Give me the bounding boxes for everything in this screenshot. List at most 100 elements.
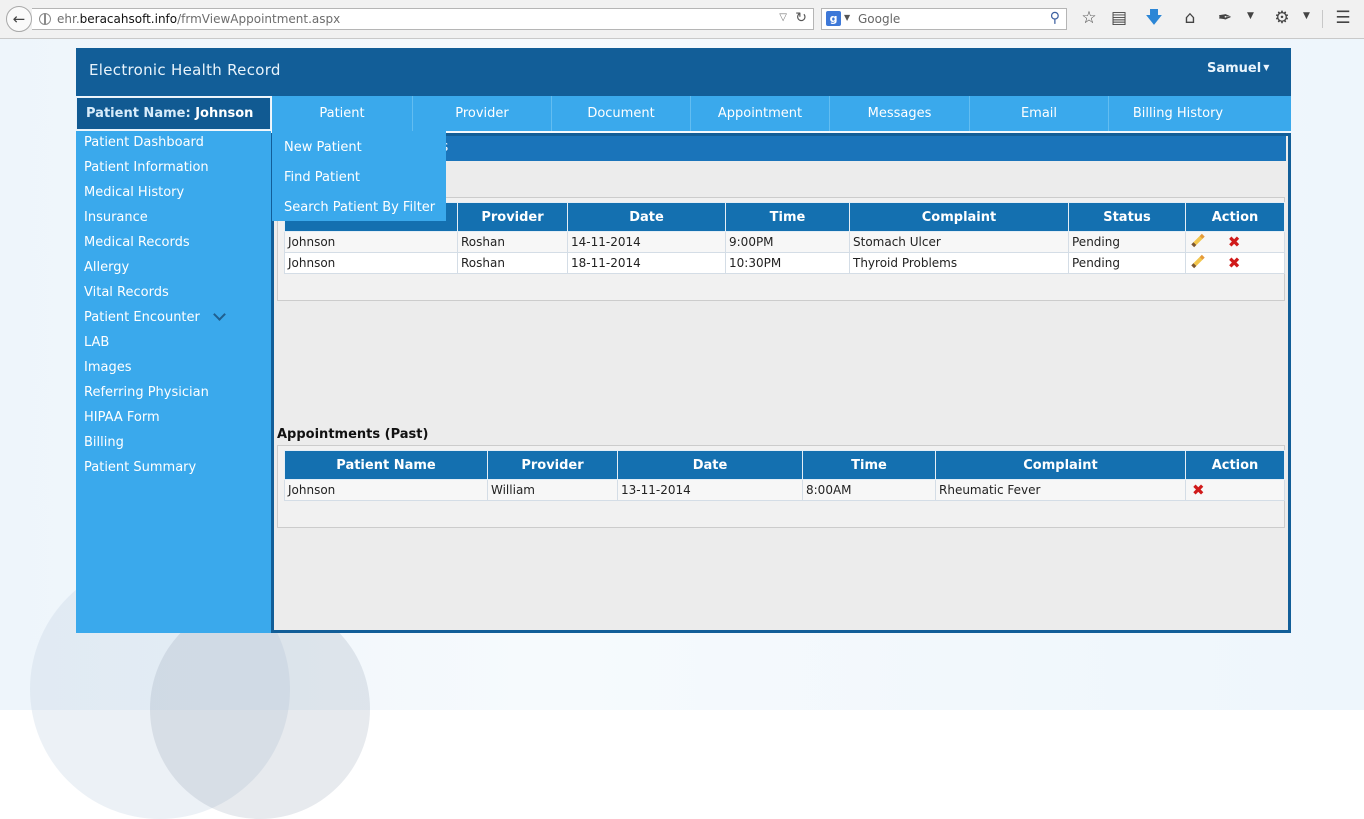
sidebar-item-patient-encounter[interactable]: Patient Encounter — [84, 308, 226, 325]
menu-item-new-patient[interactable]: New Patient — [284, 140, 362, 155]
date-cell: 14-11-2014 — [567, 231, 726, 253]
back-arrow-icon[interactable]: ← — [6, 6, 32, 32]
complaint-cell: Thyroid Problems — [849, 252, 1069, 274]
column-header: Action — [1185, 450, 1285, 480]
patient-cell: Johnson — [284, 231, 458, 253]
past-appointments-table: Patient Name Provider Date Time Complain… — [284, 450, 1285, 501]
status-cell: Pending — [1068, 252, 1186, 274]
nav-document[interactable]: Document — [551, 96, 690, 131]
sidebar-item-patient-summary[interactable]: Patient Summary — [84, 460, 196, 475]
address-bar[interactable]: ehr.beracahsoft.info/frmViewAppointment.… — [32, 8, 814, 30]
patient-cell: Johnson — [284, 252, 458, 274]
status-cell: Pending — [1068, 231, 1186, 253]
nav-patient[interactable]: Patient — [272, 96, 412, 131]
table-row: Johnson William 13-11-2014 8:00AM Rheuma… — [284, 479, 1285, 501]
search-bar[interactable]: g ▼ Google ⚲ — [821, 8, 1067, 30]
chevron-down-icon[interactable]: ▼ — [1247, 11, 1254, 21]
chevron-down-icon[interactable] — [213, 308, 226, 321]
globe-icon — [39, 13, 51, 25]
action-cell: ✖ — [1185, 231, 1285, 253]
column-header[interactable]: Complaint — [849, 202, 1069, 232]
column-header[interactable]: Patient Name — [284, 450, 488, 480]
sidebar: Patient Dashboard Patient Information Me… — [76, 131, 271, 633]
column-header[interactable]: Date — [567, 202, 726, 232]
delete-icon[interactable]: ✖ — [1192, 483, 1205, 498]
sidebar-item-referring-physician[interactable]: Referring Physician — [84, 385, 209, 400]
edit-pencil-icon[interactable] — [1190, 234, 1206, 250]
complaint-cell: Stomach Ulcer — [849, 231, 1069, 253]
table-row: Johnson Roshan 14-11-2014 9:00PM Stomach… — [284, 231, 1285, 253]
time-cell: 9:00PM — [725, 231, 850, 253]
column-header[interactable]: Complaint — [935, 450, 1186, 480]
bookmark-star-icon[interactable]: ☆ — [1078, 8, 1100, 28]
sidebar-item-lab[interactable]: LAB — [84, 335, 109, 350]
date-cell: 18-11-2014 — [567, 252, 726, 274]
sidebar-item-medical-history[interactable]: Medical History — [84, 185, 184, 200]
sidebar-item-medical-records[interactable]: Medical Records — [84, 235, 190, 250]
google-icon[interactable]: g — [826, 11, 841, 26]
table-header-row: Patient Name Provider Date Time Complain… — [284, 450, 1285, 480]
column-header[interactable]: Provider — [457, 202, 568, 232]
provider-cell: Roshan — [457, 252, 568, 274]
patient-name-label: Patient Name: Johnson — [76, 97, 271, 130]
sidebar-item-insurance[interactable]: Insurance — [84, 210, 148, 225]
delete-icon[interactable]: ✖ — [1228, 235, 1241, 250]
reload-icon[interactable]: ↻ — [795, 10, 807, 26]
complaint-cell: Rheumatic Fever — [935, 479, 1186, 501]
provider-cell: Roshan — [457, 231, 568, 253]
reading-list-icon[interactable]: ▤ — [1108, 8, 1130, 28]
sidebar-item-billing[interactable]: Billing — [84, 435, 124, 450]
eyedropper-icon[interactable]: ✒ — [1214, 8, 1236, 28]
app-header: Electronic Health Record Samuel ▼ — [76, 48, 1291, 96]
search-icon[interactable]: ⚲ — [1050, 10, 1060, 26]
time-cell: 10:30PM — [725, 252, 850, 274]
sidebar-item-allergy[interactable]: Allergy — [84, 260, 129, 275]
patient-name-text: Patient Name: Johnson — [86, 106, 254, 121]
action-cell: ✖ — [1185, 479, 1285, 501]
search-input[interactable]: Google — [858, 12, 900, 26]
url-text: ehr.beracahsoft.info/frmViewAppointment.… — [57, 12, 341, 26]
user-name[interactable]: Samuel — [1207, 61, 1261, 76]
menu-item-search-patient-by-filter[interactable]: Search Patient By Filter — [284, 200, 435, 215]
table-row: Johnson Roshan 18-11-2014 10:30PM Thyroi… — [284, 252, 1285, 274]
sidebar-item-images[interactable]: Images — [84, 360, 132, 375]
nav-provider[interactable]: Provider — [412, 96, 551, 131]
column-header[interactable]: Provider — [487, 450, 618, 480]
nav-email[interactable]: Email — [969, 96, 1108, 131]
main-nav: Patient Provider Document Appointment Me… — [272, 96, 1291, 131]
extension-icon[interactable]: ⚙ — [1271, 8, 1293, 28]
search-engine-dropdown-icon[interactable]: ▼ — [844, 13, 850, 22]
sidebar-item-vital-records[interactable]: Vital Records — [84, 285, 169, 300]
provider-cell: William — [487, 479, 618, 501]
column-header[interactable]: Time — [802, 450, 936, 480]
column-header[interactable]: Status — [1068, 202, 1186, 232]
patient-cell: Johnson — [284, 479, 488, 501]
url-history-dropdown-icon[interactable]: ▽ — [779, 12, 787, 23]
chevron-down-icon[interactable]: ▼ — [1303, 11, 1310, 21]
sidebar-item-hipaa-form[interactable]: HIPAA Form — [84, 410, 160, 425]
patient-dropdown-menu: New Patient Find Patient Search Patient … — [272, 131, 446, 221]
date-cell: 13-11-2014 — [617, 479, 803, 501]
app-title: Electronic Health Record — [89, 61, 281, 79]
nav-billing-history[interactable]: Billing History — [1108, 96, 1247, 131]
column-header: Action — [1185, 202, 1285, 232]
user-menu[interactable]: Samuel ▼ — [1207, 61, 1269, 76]
time-cell: 8:00AM — [802, 479, 936, 501]
sidebar-item-patient-information[interactable]: Patient Information — [84, 160, 209, 175]
nav-messages[interactable]: Messages — [829, 96, 969, 131]
past-appointments-title: Appointments (Past) — [277, 427, 429, 442]
toolbar-divider — [1322, 10, 1323, 28]
chevron-down-icon[interactable]: ▼ — [1263, 63, 1269, 72]
delete-icon[interactable]: ✖ — [1228, 256, 1241, 271]
edit-pencil-icon[interactable] — [1190, 255, 1206, 271]
menu-icon[interactable]: ☰ — [1332, 8, 1354, 28]
nav-appointment[interactable]: Appointment — [690, 96, 829, 131]
home-icon[interactable]: ⌂ — [1179, 8, 1201, 28]
browser-toolbar: ← ehr.beracahsoft.info/frmViewAppointmen… — [0, 0, 1364, 39]
action-cell: ✖ — [1185, 252, 1285, 274]
menu-item-find-patient[interactable]: Find Patient — [284, 170, 360, 185]
column-header[interactable]: Time — [725, 202, 850, 232]
download-icon[interactable]: 🡇 — [1143, 8, 1165, 28]
column-header[interactable]: Date — [617, 450, 803, 480]
sidebar-item-patient-dashboard[interactable]: Patient Dashboard — [84, 135, 204, 150]
